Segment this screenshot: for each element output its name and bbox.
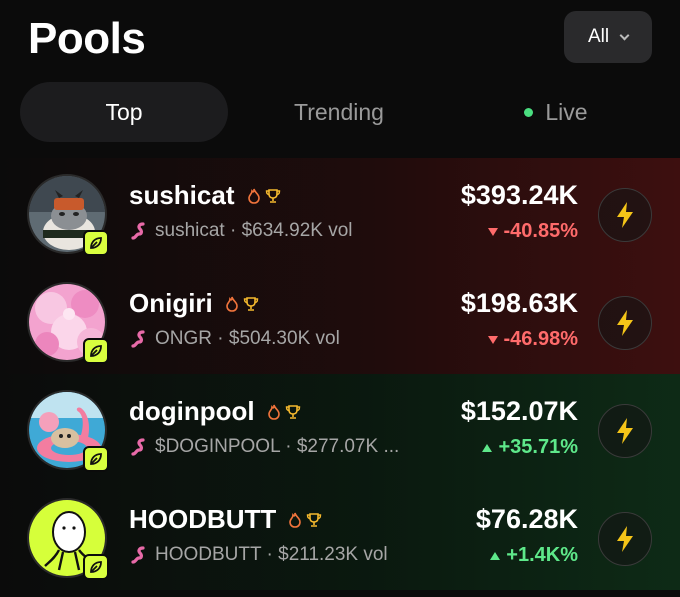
- quick-buy-button[interactable]: [598, 512, 652, 566]
- quick-buy-button[interactable]: [598, 188, 652, 242]
- pool-name: sushicat: [129, 180, 235, 210]
- pool-price: $76.28K: [475, 504, 578, 534]
- pool-subline: HOODBUTT · $211.23K vol: [129, 544, 388, 566]
- tab-label: Top: [105, 98, 143, 125]
- pool-row[interactable]: sushicat sushicat · $634.92K vol $393.24…: [0, 158, 680, 266]
- change-value: -46.98%: [503, 328, 579, 350]
- pool-change: +35.71%: [482, 436, 578, 459]
- trophy-icon: [265, 188, 280, 203]
- page-title: Pools: [28, 14, 146, 63]
- pool-change: +1.4K%: [490, 544, 578, 567]
- lightning-icon: [617, 526, 633, 552]
- flame-icon: [267, 404, 280, 420]
- avatar-container: [27, 498, 109, 580]
- pool-meta: sushicat · $634.92K vol: [155, 220, 353, 241]
- pump-icon: [131, 438, 145, 456]
- trophy-icon: [285, 404, 300, 419]
- down-arrow-icon: [487, 335, 498, 344]
- pool-price: $152.07K: [460, 396, 578, 426]
- leaf-icon: [83, 338, 109, 364]
- pool-name: doginpool: [129, 396, 255, 426]
- filter-dropdown[interactable]: All: [564, 11, 652, 63]
- header: Pools All: [0, 0, 680, 78]
- leaf-icon: [83, 554, 109, 580]
- pump-icon: [131, 546, 145, 564]
- badge-group: [225, 296, 259, 312]
- pool-price: $198.63K: [460, 288, 578, 318]
- change-value: +35.71%: [498, 436, 578, 458]
- avatar-container: [27, 282, 109, 364]
- tab-top[interactable]: Top: [20, 82, 228, 142]
- lightning-icon: [617, 418, 633, 444]
- pool-price: $393.24K: [460, 180, 578, 210]
- lightning-icon: [617, 310, 633, 336]
- avatar-container: [27, 174, 109, 256]
- pool-subline: sushicat · $634.92K vol: [129, 220, 353, 242]
- pool-change: -46.98%: [487, 328, 579, 351]
- pool-subline: ONGR · $504.30K vol: [129, 328, 340, 350]
- pool-subline: $DOGINPOOL · $277.07K ...: [129, 436, 399, 458]
- tab-bar: Top Trending Live: [20, 82, 660, 142]
- chevron-down-icon: [619, 30, 630, 40]
- pool-row[interactable]: doginpool $DOGINPOOL · $277.07K ... $152…: [0, 374, 680, 482]
- pool-meta: HOODBUTT · $211.23K vol: [155, 544, 388, 565]
- leaf-icon: [83, 446, 109, 472]
- tab-live[interactable]: Live: [452, 82, 660, 142]
- tab-trending[interactable]: Trending: [235, 82, 443, 142]
- trophy-icon: [307, 512, 322, 527]
- pump-icon: [131, 330, 145, 348]
- name-line: sushicat: [129, 180, 281, 211]
- avatar-container: [27, 390, 109, 472]
- trophy-icon: [243, 296, 258, 311]
- up-arrow-icon: [482, 443, 493, 452]
- flame-icon: [225, 296, 238, 312]
- pool-name: HOODBUTT: [129, 504, 277, 534]
- name-line: Onigiri: [129, 288, 259, 319]
- badge-group: [288, 512, 322, 528]
- pool-row[interactable]: Onigiri ONGR · $504.30K vol $198.63K -46…: [0, 266, 680, 374]
- up-arrow-icon: [490, 551, 501, 560]
- filter-value: All: [587, 26, 610, 47]
- tab-label: Live: [545, 98, 588, 125]
- pump-icon: [131, 222, 145, 240]
- pool-name: Onigiri: [129, 288, 213, 318]
- lightning-icon: [617, 202, 633, 228]
- pool-row[interactable]: HOODBUTT HOODBUTT · $211.23K vol $76.28K…: [0, 482, 680, 590]
- down-arrow-icon: [487, 227, 498, 236]
- pool-meta: $DOGINPOOL · $277.07K ...: [155, 436, 400, 457]
- change-value: -40.85%: [503, 220, 579, 242]
- badge-group: [267, 404, 301, 420]
- name-line: HOODBUTT: [129, 504, 322, 535]
- flame-icon: [289, 512, 302, 528]
- pool-change: -40.85%: [487, 220, 579, 243]
- name-line: doginpool: [129, 396, 301, 427]
- pool-list: sushicat sushicat · $634.92K vol $393.24…: [0, 158, 680, 590]
- flame-icon: [247, 188, 260, 204]
- quick-buy-button[interactable]: [598, 404, 652, 458]
- change-value: +1.4K%: [506, 544, 578, 566]
- live-dot-icon: [524, 107, 534, 117]
- quick-buy-button[interactable]: [598, 296, 652, 350]
- tab-label: Trending: [294, 98, 384, 125]
- leaf-icon: [83, 230, 109, 256]
- badge-group: [247, 188, 281, 204]
- pool-meta: ONGR · $504.30K vol: [155, 328, 340, 349]
